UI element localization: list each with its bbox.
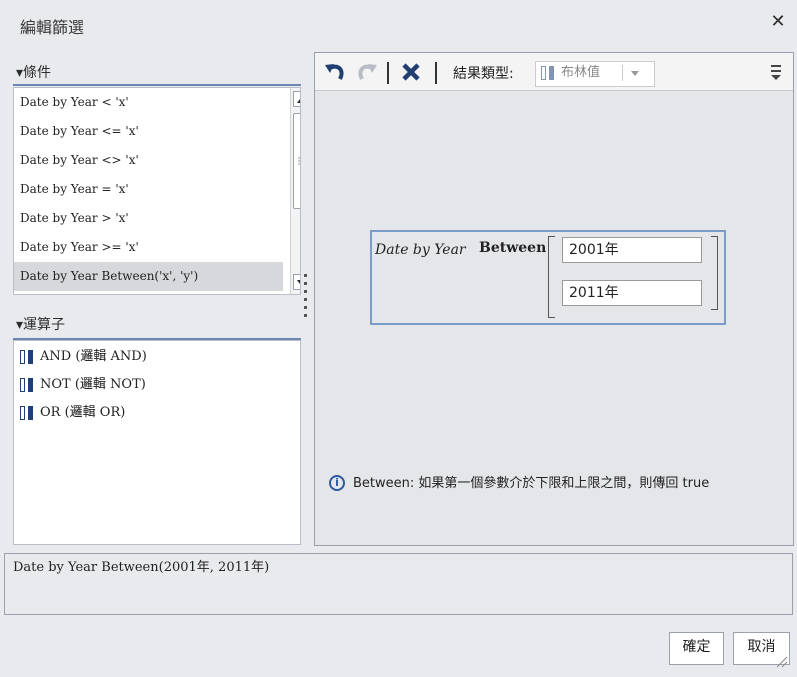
result-type-label: 結果類型: — [453, 66, 514, 82]
operator-item-or[interactable]: OR (邏輯 OR) — [20, 399, 125, 427]
boolean-icon — [20, 349, 34, 364]
result-type-select[interactable]: 布林值 — [535, 61, 655, 87]
left-bracket — [548, 236, 555, 318]
toolbar-separator — [387, 62, 389, 84]
expression-box[interactable]: Date by Year Between 2001年 2011年 — [370, 230, 726, 325]
chevron-down-icon — [628, 62, 642, 92]
operator-item-and[interactable]: AND (邏輯 AND) — [20, 343, 147, 371]
condition-item-between[interactable]: Date by Year Between('x', 'y') — [14, 262, 283, 291]
operator-label: OR (邏輯 OR) — [40, 405, 126, 420]
boolean-icon — [20, 405, 34, 420]
condition-item-gt[interactable]: Date by Year > 'x' — [14, 204, 283, 233]
info-icon: i — [329, 475, 345, 491]
operator-item-not[interactable]: NOT (邏輯 NOT) — [20, 371, 146, 399]
condition-item-lt[interactable]: Date by Year < 'x' — [14, 88, 283, 117]
right-bracket — [711, 236, 718, 310]
boolean-icon — [20, 377, 34, 392]
delete-icon[interactable] — [399, 60, 423, 84]
result-type-value: 布林值 — [561, 65, 601, 80]
title-bar — [0, 0, 797, 48]
panel-splitter[interactable] — [304, 270, 308, 320]
editor-toolbar: 結果類型: 布林值 — [315, 53, 793, 91]
conditions-scrollbar[interactable] — [290, 88, 300, 294]
info-text: Between: 如果第一個參數介於下限和上限之間，則傳回 true — [353, 476, 710, 491]
dialog-title: 編輯篩選 — [20, 18, 85, 37]
overflow-menu-icon[interactable] — [767, 61, 785, 83]
condition-item-le[interactable]: Date by Year <= 'x' — [14, 117, 283, 146]
expression-field: Date by Year — [375, 242, 466, 258]
result-expression[interactable]: Date by Year Between(2001年, 2011年) — [4, 553, 793, 615]
condition-item-eq[interactable]: Date by Year = 'x' — [14, 175, 283, 204]
conditions-list: Date by Year < 'x' Date by Year <= 'x' D… — [13, 87, 301, 295]
scroll-down-icon[interactable] — [293, 274, 300, 290]
resize-grip-icon[interactable] — [774, 654, 788, 668]
toolbar-separator — [435, 62, 437, 84]
conditions-header[interactable]: ▾條件 — [16, 62, 51, 82]
operator-label: AND (邏輯 AND) — [40, 349, 147, 364]
expression-operator: Between — [479, 240, 547, 256]
condition-item-ne[interactable]: Date by Year <> 'x' — [14, 146, 283, 175]
redo-icon[interactable] — [355, 60, 379, 84]
operators-header[interactable]: ▾運算子 — [16, 314, 65, 334]
info-message: i Between: 如果第一個參數介於下限和上限之間，則傳回 true — [329, 473, 789, 533]
expression-editor: 結果類型: 布林值 Date by Year Between 2001年 201… — [314, 52, 794, 546]
conditions-header-line — [13, 84, 301, 86]
operators-list: AND (邏輯 AND) NOT (邏輯 NOT) OR (邏輯 OR) — [13, 340, 301, 545]
ok-button[interactable]: 確定 — [669, 632, 724, 665]
lower-value-input[interactable]: 2001年 — [562, 237, 702, 263]
close-icon[interactable]: ✕ — [768, 12, 788, 32]
condition-item-ge[interactable]: Date by Year >= 'x' — [14, 233, 283, 262]
upper-value-input[interactable]: 2011年 — [562, 280, 702, 306]
scroll-up-icon[interactable] — [293, 91, 300, 107]
undo-icon[interactable] — [323, 60, 347, 84]
operator-label: NOT (邏輯 NOT) — [40, 377, 146, 392]
boolean-icon — [541, 65, 555, 80]
scroll-thumb[interactable] — [293, 113, 300, 209]
